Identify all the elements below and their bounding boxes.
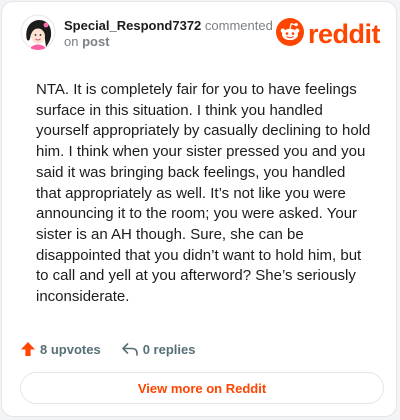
comment-byline: Special_Respond7372 commented on post <box>64 18 274 50</box>
user-avatar[interactable] <box>20 14 56 50</box>
username-link[interactable]: Special_Respond7372 <box>64 18 201 33</box>
replies-button[interactable]: 0 replies <box>121 341 196 357</box>
view-more-on-reddit-button[interactable]: View more on Reddit <box>20 372 384 404</box>
upvote-arrow-icon <box>20 341 36 357</box>
reddit-logo[interactable]: reddit <box>275 17 381 51</box>
post-link[interactable]: post <box>82 34 109 49</box>
reply-count: 0 replies <box>142 341 196 357</box>
reddit-comment-embed-card: Special_Respond7372 commented on post re… <box>1 1 397 417</box>
reddit-wordmark: reddit <box>307 19 381 49</box>
upvote-count: 8 upvotes <box>40 341 101 357</box>
reddit-snoo-icon <box>275 17 304 51</box>
comment-header: Special_Respond7372 commented on post re… <box>20 14 381 54</box>
commented-text: commented <box>204 18 273 33</box>
on-text: on <box>64 34 79 49</box>
comment-actions: 8 upvotes 0 replies <box>20 338 195 360</box>
upvote-button[interactable]: 8 upvotes <box>20 341 101 357</box>
reply-arrow-icon <box>121 341 139 357</box>
comment-body: NTA. It is completely fair for you to ha… <box>36 81 371 306</box>
